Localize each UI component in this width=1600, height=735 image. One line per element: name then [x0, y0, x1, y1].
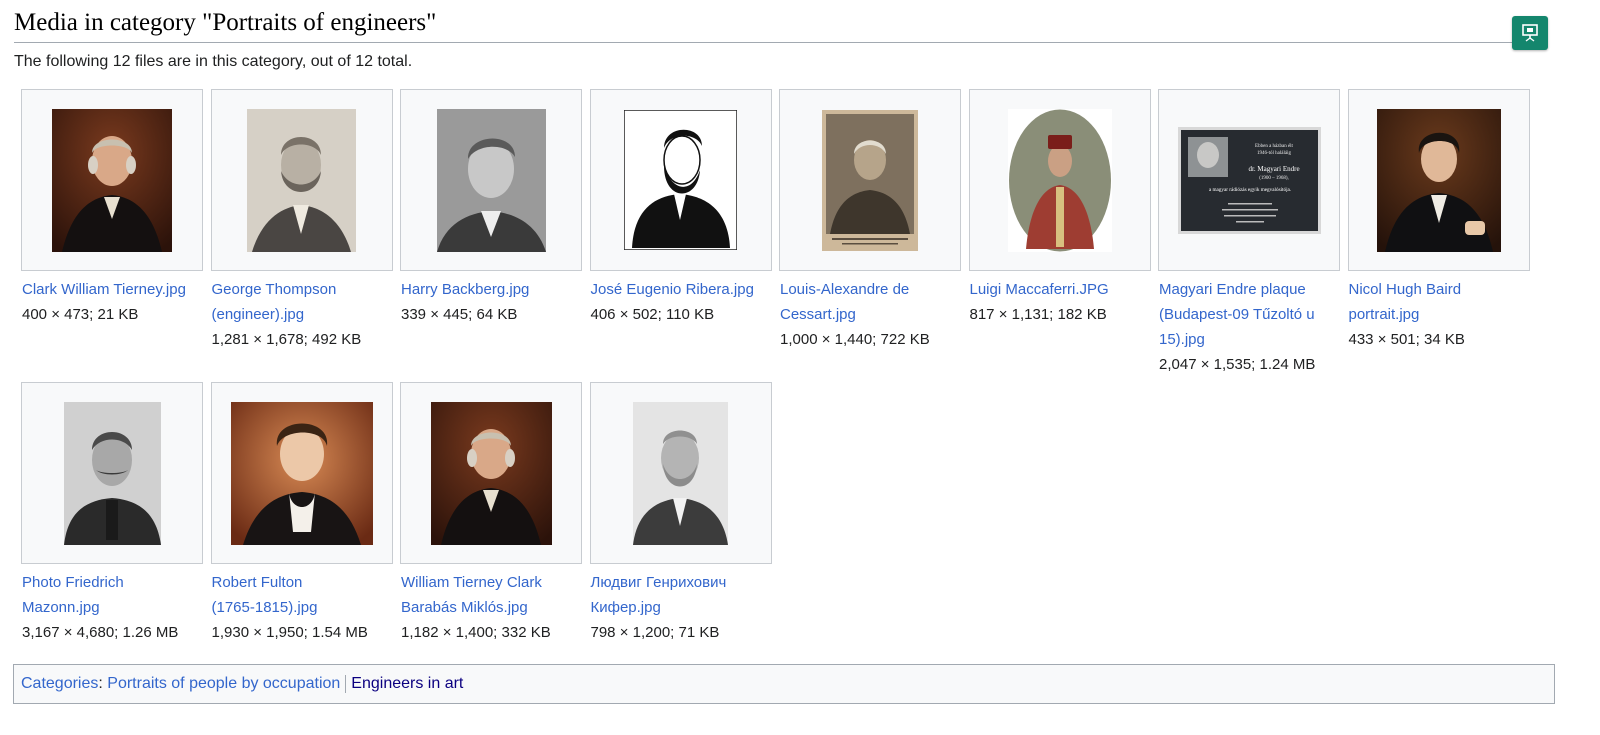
slideshow-button[interactable] [1512, 16, 1548, 50]
portrait-thumbnail [633, 401, 728, 545]
thumbnail-link[interactable] [968, 89, 1151, 271]
page-heading: Media in category "Portraits of engineer… [14, 8, 1547, 43]
file-dimensions-size: 1,182 × 1,400; 332 KB [401, 624, 551, 641]
categories-link[interactable]: Categories [21, 675, 98, 692]
svg-text:a magyar rádiózás egyik megval: a magyar rádiózás egyik megvalósítója. [1208, 187, 1290, 193]
file-name-link[interactable]: Luigi Maccaferri.JPG [970, 277, 1151, 302]
gallery-item: Harry Backberg.jpg 339 × 445; 64 KB [400, 89, 582, 355]
page-title: Media in category "Portraits of engineer… [14, 9, 437, 36]
thumbnail-link[interactable] [589, 89, 772, 271]
portrait-thumbnail [230, 401, 373, 545]
file-name-link[interactable]: Robert Fulton (1765-1815).jpg [212, 570, 393, 620]
thumbnail-link[interactable] [210, 382, 393, 564]
thumbnail-link[interactable] [400, 89, 582, 271]
portrait-thumbnail [1376, 108, 1501, 252]
portrait-thumbnail [52, 108, 172, 252]
gallery-item: Luigi Maccaferri.JPG 817 × 1,131; 182 KB [968, 89, 1151, 355]
thumbnail-link[interactable] [400, 382, 582, 564]
file-dimensions-size: 2,047 × 1,535; 1.24 MB [1159, 356, 1316, 373]
gallery-item: José Eugenio Ribera.jpg 406 × 502; 110 K… [589, 89, 772, 355]
plaque-thumbnail: Ebben a házban élt 1946-tól haláláig dr.… [1177, 126, 1321, 234]
file-name-link[interactable]: Людвиг Генрихович Кифер.jpg [591, 570, 772, 620]
thumbnail-link[interactable] [1347, 89, 1530, 271]
category-link[interactable]: Engineers in art [351, 675, 463, 692]
file-name-link[interactable]: George Thompson (engineer).jpg [212, 277, 393, 327]
thumbnail-link[interactable] [779, 89, 961, 271]
svg-text:Ebben a házban élt: Ebben a házban élt [1255, 144, 1294, 149]
file-dimensions-size: 406 × 502; 110 KB [590, 306, 715, 323]
portrait-thumbnail [624, 110, 737, 250]
category-file-count: The following 12 files are in this categ… [14, 53, 413, 70]
gallery-row: Photo Friedrich Mazonn.jpg 3,167 × 4,680;… [21, 382, 1541, 642]
thumbnail-link[interactable] [21, 382, 203, 564]
portrait-thumbnail [247, 108, 356, 252]
file-dimensions-size: 400 × 473; 21 KB [22, 306, 139, 323]
presentation-screen-icon [1522, 24, 1538, 42]
file-name-link[interactable]: Photo Friedrich Mazonn.jpg [22, 570, 203, 620]
gallery-item: Photo Friedrich Mazonn.jpg 3,167 × 4,680;… [21, 382, 203, 642]
category-link[interactable]: Portraits of people by occupation [107, 675, 340, 692]
gallery-item: Robert Fulton (1765-1815).jpg 1,930 × 1,9… [210, 382, 393, 642]
thumbnail-link[interactable] [210, 89, 393, 271]
gallery-item: Людвиг Генрихович Кифер.jpg 798 × 1,200; … [589, 382, 772, 642]
portrait-thumbnail [63, 401, 161, 545]
portrait-thumbnail [822, 109, 918, 251]
file-dimensions-size: 1,281 × 1,678; 492 KB [211, 331, 362, 348]
thumbnail-link[interactable] [21, 89, 203, 271]
gallery-row: Clark William Tierney.jpg 400 × 473; 21 … [21, 89, 1541, 373]
gallery-item: Louis-Alexandre de Cessart.jpg 1,000 × 1,… [779, 89, 961, 355]
file-dimensions-size: 817 × 1,131; 182 KB [969, 306, 1107, 323]
file-dimensions-size: 339 × 445; 64 KB [401, 306, 518, 323]
file-name-link[interactable]: Nicol Hugh Baird portrait.jpg [1349, 277, 1530, 327]
svg-text:(1900 – 1968),: (1900 – 1968), [1259, 176, 1289, 181]
category-links-box: Categories: Portraits of people by occup… [13, 664, 1555, 704]
thumbnail-link[interactable]: Ebben a házban élt 1946-tól haláláig dr.… [1158, 89, 1340, 271]
category-separator [345, 674, 347, 693]
gallery-item: Ebben a házban élt 1946-tól haláláig dr.… [1158, 89, 1340, 373]
categories-colon: : [98, 675, 108, 692]
file-dimensions-size: 798 × 1,200; 71 KB [590, 624, 720, 641]
file-dimensions-size: 1,930 × 1,950; 1.54 MB [211, 624, 368, 641]
gallery-item: Clark William Tierney.jpg 400 × 473; 21 … [21, 89, 203, 355]
file-dimensions-size: 1,000 × 1,440; 722 KB [780, 331, 930, 348]
gallery-item: George Thompson (engineer).jpg 1,281 × 1,… [210, 89, 393, 355]
portrait-thumbnail [1007, 108, 1112, 252]
file-name-link[interactable]: Magyari Endre plaque (Budapest-09 Tűzoltó… [1159, 277, 1340, 352]
gallery-item: Nicol Hugh Baird portrait.jpg 433 × 501; … [1347, 89, 1530, 355]
file-name-link[interactable]: Harry Backberg.jpg [401, 277, 582, 302]
file-name-link[interactable]: Louis-Alexandre de Cessart.jpg [780, 277, 961, 327]
file-dimensions-size: 433 × 501; 34 KB [1348, 331, 1465, 348]
svg-text:1946-tól haláláig: 1946-tól haláláig [1256, 151, 1291, 156]
file-dimensions-size: 3,167 × 4,680; 1.26 MB [22, 624, 179, 641]
file-name-link[interactable]: José Eugenio Ribera.jpg [591, 277, 772, 302]
portrait-thumbnail [436, 108, 546, 252]
gallery-item: William Tierney Clark Barabás Miklós.jpg … [400, 382, 582, 642]
file-name-link[interactable]: William Tierney Clark Barabás Miklós.jpg [401, 570, 582, 620]
file-name-link[interactable]: Clark William Tierney.jpg [22, 277, 203, 302]
media-gallery: Clark William Tierney.jpg 400 × 473; 21 … [21, 89, 1541, 642]
portrait-thumbnail [430, 401, 552, 545]
svg-text:dr. Magyari Endre: dr. Magyari Endre [1248, 165, 1299, 173]
thumbnail-link[interactable] [589, 382, 772, 564]
